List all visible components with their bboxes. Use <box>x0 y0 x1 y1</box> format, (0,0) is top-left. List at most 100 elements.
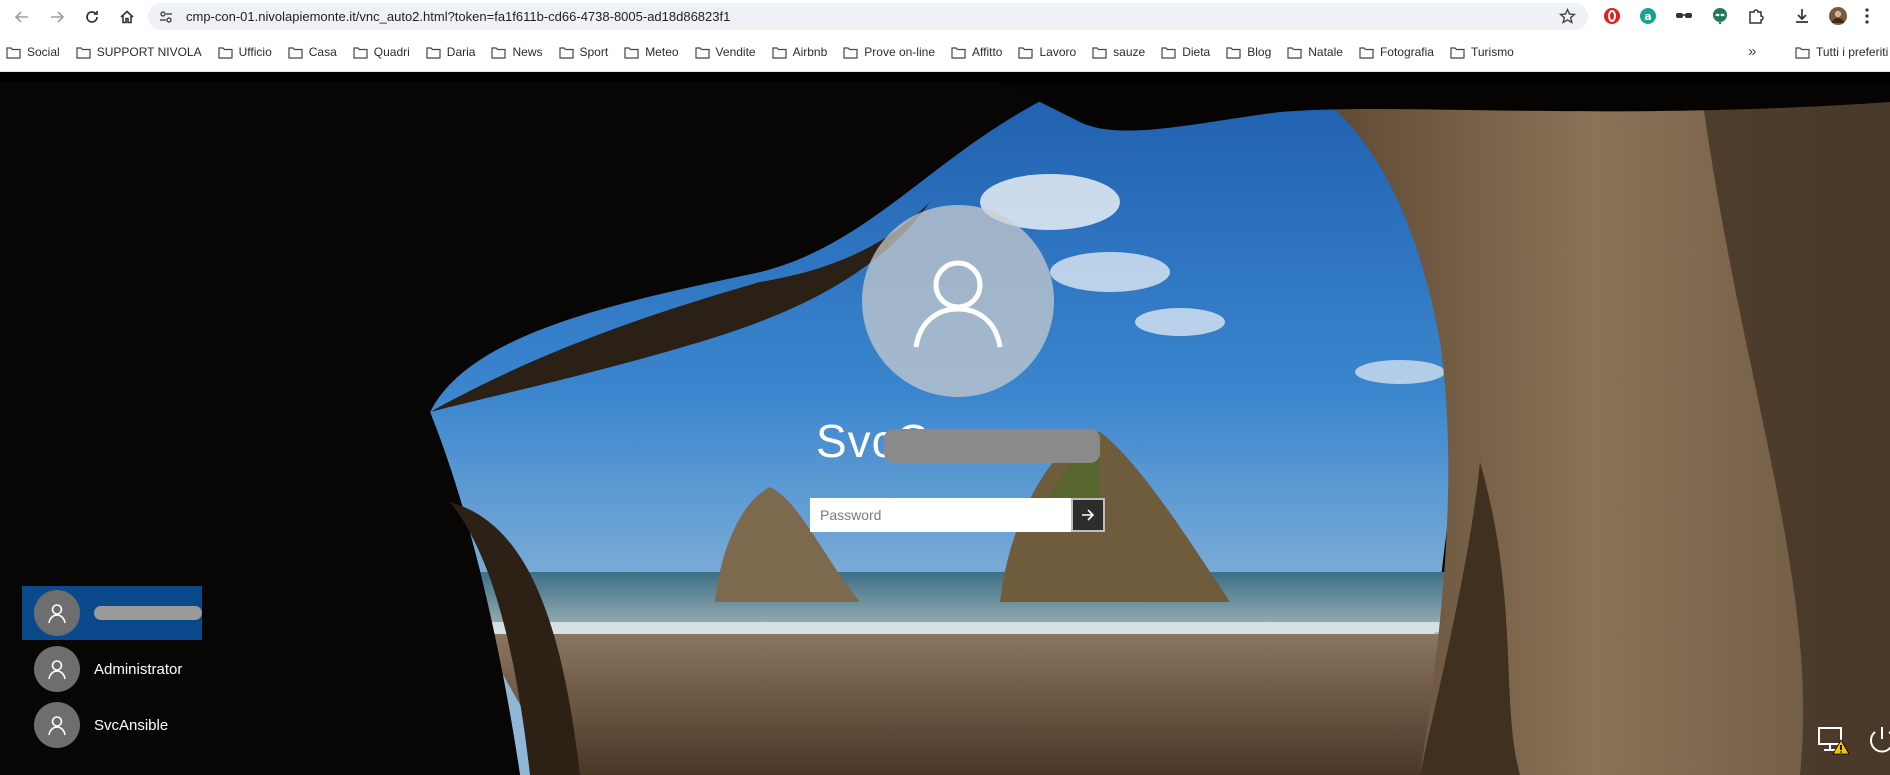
user-avatar-small <box>34 646 80 692</box>
bookmark-folder[interactable]: Quadri <box>353 45 410 59</box>
folder-icon <box>6 46 21 59</box>
bookmark-label: Fotografia <box>1379 45 1434 59</box>
submit-button[interactable] <box>1071 498 1105 532</box>
extensions-menu-button[interactable] <box>1744 4 1768 28</box>
home-button[interactable] <box>114 4 140 30</box>
bookmark-label: Vendite <box>715 45 756 59</box>
bookmark-folder[interactable]: Turismo <box>1450 45 1514 59</box>
site-info-icon[interactable] <box>158 9 174 25</box>
url-text: cmp-con-01.nivolapiemonte.it/vnc_auto2.h… <box>186 9 731 24</box>
bookmark-folder[interactable]: Affitto <box>951 45 1002 59</box>
arrow-right-icon <box>1082 509 1095 521</box>
bookmarks-overflow-button[interactable]: » <box>1748 43 1756 60</box>
extension-a-button[interactable]: a <box>1636 4 1660 28</box>
folder-icon <box>771 46 787 59</box>
folder-icon <box>76 46 91 59</box>
bookmark-folder[interactable]: Natale <box>1287 45 1343 59</box>
browser-menu-button[interactable] <box>1862 4 1872 28</box>
bookmark-folder[interactable]: Airbnb <box>771 45 828 59</box>
vnc-remote-screen[interactable]: SvcC Administrator SvcAnsible <box>0 82 1890 775</box>
folder-icon <box>218 46 233 59</box>
bookmark-folder[interactable]: Meteo <box>624 45 679 59</box>
user-switcher-list: Administrator SvcAnsible <box>22 586 202 754</box>
svg-text:a: a <box>1644 10 1651 23</box>
bookmark-folder[interactable]: Prove on-line <box>843 45 935 59</box>
bookmark-folder[interactable]: Social <box>6 45 60 59</box>
extension-opera-button[interactable] <box>1600 4 1624 28</box>
avatar-icon <box>1829 7 1847 25</box>
folder-icon <box>1795 46 1810 59</box>
network-warning-icon <box>1818 727 1850 755</box>
bookmark-folder[interactable]: Lavoro <box>1018 45 1076 59</box>
folder-icon <box>491 46 507 59</box>
user-item-redacted[interactable] <box>22 586 202 640</box>
extension-alien-button[interactable] <box>1708 4 1732 28</box>
bookmark-folder[interactable]: Casa <box>288 45 337 59</box>
puzzle-icon <box>1749 9 1764 24</box>
password-form <box>810 498 1105 532</box>
bookmark-folder[interactable]: Blog <box>1226 45 1271 59</box>
profile-avatar[interactable] <box>1826 4 1850 28</box>
folder-icon <box>843 46 858 59</box>
home-icon <box>120 9 134 23</box>
downloads-button[interactable] <box>1790 4 1814 28</box>
folder-icon <box>1287 46 1302 59</box>
bookmark-folder[interactable]: Sport <box>558 45 609 59</box>
bookmark-label: Affitto <box>972 45 1003 59</box>
user-name: Administrator <box>94 660 183 678</box>
power-icon <box>1870 727 1890 753</box>
bookmark-label: Dieta <box>1182 45 1211 59</box>
bookmark-label: Turismo <box>1470 45 1514 59</box>
folder-icon <box>1450 46 1465 59</box>
reload-icon <box>86 10 98 23</box>
bookmark-label: Quadri <box>373 45 410 59</box>
user-name-redaction <box>94 606 202 620</box>
bookmark-folder[interactable]: Fotografia <box>1359 45 1434 59</box>
reload-button[interactable] <box>79 4 105 30</box>
power-button[interactable] <box>1864 722 1890 758</box>
bookmark-folder[interactable]: SUPPORT NIVOLA <box>76 45 202 59</box>
bookmark-folder[interactable]: Vendite <box>694 45 756 59</box>
bookmark-label: Blog <box>1247 45 1272 59</box>
user-icon <box>913 260 1003 348</box>
folder-icon <box>624 46 639 59</box>
username-redaction <box>884 429 1100 463</box>
browser-toolbar: cmp-con-01.nivolapiemonte.it/vnc_auto2.h… <box>0 0 1890 33</box>
bookmark-folder[interactable]: News <box>491 45 543 59</box>
bookmark-folder[interactable]: Daria <box>426 45 476 59</box>
folder-icon <box>694 46 710 59</box>
arrow-right-icon <box>51 10 65 23</box>
password-input[interactable] <box>810 498 1071 532</box>
bookmark-label: Ufficio <box>238 45 272 59</box>
extensions-area: a <box>1600 4 1884 28</box>
user-item-svcansible[interactable]: SvcAnsible <box>22 698 202 752</box>
bookmark-label: sauze <box>1113 45 1146 59</box>
download-icon <box>1796 9 1808 23</box>
bookmark-label: Meteo <box>645 45 679 59</box>
bookmark-label: Sport <box>579 45 609 59</box>
address-bar[interactable]: cmp-con-01.nivolapiemonte.it/vnc_auto2.h… <box>148 3 1588 30</box>
network-button[interactable] <box>1816 722 1852 758</box>
bookmark-star-icon[interactable] <box>1559 8 1576 25</box>
bookmark-label: Social <box>27 45 60 59</box>
bookmark-label: Airbnb <box>792 45 828 59</box>
back-button[interactable] <box>9 4 35 30</box>
bookmark-folder[interactable]: Ufficio <box>218 45 272 59</box>
glasses-icon <box>1676 13 1692 18</box>
folder-icon <box>1092 46 1107 59</box>
kebab-menu-icon <box>1865 8 1869 24</box>
bookmark-folder[interactable]: sauze <box>1092 45 1145 59</box>
user-avatar-small <box>34 702 80 748</box>
bookmark-label: Daria <box>446 45 476 59</box>
user-avatar <box>862 205 1054 397</box>
folder-icon <box>558 46 574 59</box>
bookmark-label: Casa <box>308 45 337 59</box>
bookmark-folder[interactable]: Dieta <box>1161 45 1210 59</box>
bookmark-label: Prove on-line <box>864 45 935 59</box>
user-item-administrator[interactable]: Administrator <box>22 642 202 696</box>
all-bookmarks-folder[interactable]: Tutti i preferiti <box>1795 33 1888 71</box>
forward-button[interactable] <box>44 4 70 30</box>
extension-glasses-button[interactable] <box>1672 4 1696 28</box>
user-icon <box>48 604 66 624</box>
red-stop-icon <box>1604 8 1620 24</box>
